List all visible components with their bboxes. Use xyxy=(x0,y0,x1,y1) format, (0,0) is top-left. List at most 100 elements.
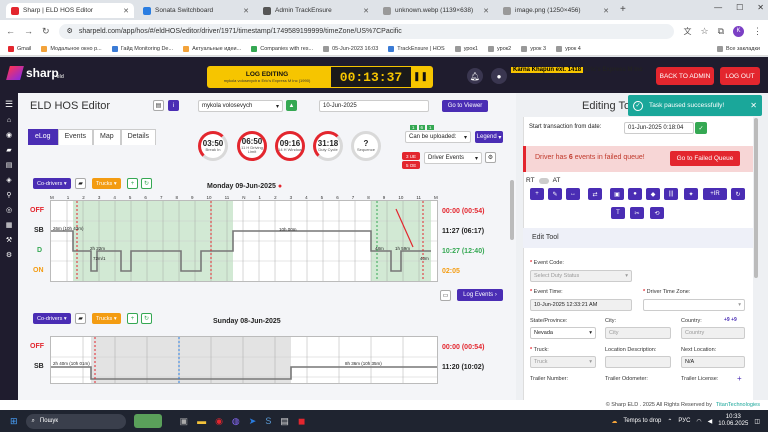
bookmark-lesson4[interactable]: урок 4 xyxy=(556,45,581,52)
eld-icon[interactable]: ◈ xyxy=(6,176,11,184)
bookmark-lesson2[interactable]: урок2 xyxy=(487,45,511,52)
refresh-icon[interactable]: ↻ xyxy=(141,313,152,324)
back-arrow-icon[interactable]: ← xyxy=(6,26,15,36)
chevron-right-icon[interactable]: › xyxy=(423,71,426,81)
info-icon[interactable]: i xyxy=(168,100,179,111)
columns-icon[interactable]: ||| xyxy=(664,188,678,200)
all-bookmarks[interactable]: Все закладки xyxy=(716,45,760,52)
bookmark-date[interactable]: 05-Jun-2023 16:03 xyxy=(323,45,378,52)
start-transaction-input[interactable]: 01-Jun-2025 0:18:04 xyxy=(624,122,694,134)
document-icon[interactable]: ▤ xyxy=(153,100,164,111)
hamburger-menu-icon[interactable]: ☰ xyxy=(5,99,13,110)
add-trailer-icon[interactable]: + xyxy=(737,374,742,383)
extensions-icon[interactable]: ⧉ xyxy=(718,26,724,37)
event-time-input[interactable]: 10-Jun-2025 12:33:21 AM xyxy=(530,299,632,311)
driver-events-select[interactable]: Driver Events ▾ xyxy=(424,152,482,164)
editor-scrollbar[interactable] xyxy=(510,180,514,240)
event-code-select[interactable]: Select Duty Status ▾ xyxy=(530,270,632,282)
go-to-failed-queue-button[interactable]: Go to Failed Queue xyxy=(670,151,740,166)
add-event-icon[interactable]: + xyxy=(530,188,544,200)
bookmark-lesson3[interactable]: урок 3 xyxy=(521,45,546,52)
url-field[interactable]: ⚙ sharpeld.com/app/hos/#/eldHOS/editor/d… xyxy=(58,23,675,39)
truck-icon[interactable]: ▰ xyxy=(75,178,86,189)
date-input[interactable]: 10-Jun-2025 xyxy=(319,100,429,112)
comment-icon[interactable]: ▭ xyxy=(440,290,451,301)
country-input[interactable]: Country xyxy=(681,327,745,339)
map-pin-icon[interactable]: ⚲ xyxy=(6,191,11,199)
oe-badge[interactable]: 5 OE xyxy=(402,161,421,169)
team-icon[interactable]: ◆ xyxy=(646,188,660,200)
widgets-icon[interactable] xyxy=(133,414,162,428)
refresh-icon[interactable]: ↻ xyxy=(141,178,152,189)
task-view-icon[interactable]: ▣ xyxy=(180,416,189,427)
settings-gear-icon[interactable]: ⚙ xyxy=(6,251,12,259)
tab-image-png[interactable]: image.png (1250×456) ✕ xyxy=(498,3,614,18)
driver-select[interactable]: mykola volosevych ▾ xyxy=(198,100,283,112)
tab-unknown-webp[interactable]: unknown.webp (1139×638) ✕ xyxy=(378,3,494,18)
day1-log-grid[interactable] xyxy=(50,200,438,282)
bookmark-monitoring[interactable]: Гайд Monitoring De... xyxy=(111,45,173,52)
close-icon[interactable]: ✕ xyxy=(603,7,609,15)
maximize-icon[interactable]: ☐ xyxy=(736,3,743,12)
add-icon[interactable]: + xyxy=(127,313,138,324)
sharp-eld-logo[interactable]: sharp eld xyxy=(6,66,64,80)
bookmark-companies[interactable]: Companies with res... xyxy=(251,45,313,52)
new-tab-plus-icon[interactable]: + xyxy=(620,4,626,15)
close-icon[interactable]: ✕ xyxy=(243,7,249,15)
text-cursor-icon[interactable]: T xyxy=(611,207,625,219)
add-icon[interactable]: + xyxy=(127,178,138,189)
magic-wand-icon[interactable]: ✦ xyxy=(684,188,698,200)
window-close-icon[interactable]: ✕ xyxy=(757,3,764,12)
lock-icon[interactable]: ▣ xyxy=(610,188,624,200)
clipboard-icon[interactable]: ▤ xyxy=(6,161,13,169)
minimize-icon[interactable]: — xyxy=(714,3,722,12)
shift-icon[interactable]: ↔ xyxy=(566,188,580,200)
panel-scrollbar[interactable] xyxy=(754,118,758,278)
driver-time-zone-select[interactable]: ▾ xyxy=(643,299,745,311)
bookmark-star-icon[interactable]: ☆ xyxy=(700,26,708,37)
co-drivers-button[interactable]: Co-drivers ▾ xyxy=(33,178,71,189)
tray-chevron-icon[interactable]: ⌃ xyxy=(667,418,672,425)
trucks-button[interactable]: Trucks ▾ xyxy=(92,178,121,189)
history-icon[interactable]: ⟲ xyxy=(650,207,664,219)
scissors-icon[interactable]: ✂ xyxy=(630,207,644,219)
rt-at-switch[interactable] xyxy=(538,177,549,184)
driver-icon[interactable]: ● xyxy=(628,188,642,200)
windows-start-icon[interactable]: ⊞ xyxy=(10,416,18,427)
globe-icon[interactable]: ◉ xyxy=(6,131,12,139)
tab-admin-trackensure[interactable]: Admin TrackEnsure ✕ xyxy=(258,3,374,18)
edit-pencil-icon[interactable]: ✎ xyxy=(548,188,562,200)
location-description-input[interactable] xyxy=(605,356,671,368)
bookmark-lesson1[interactable]: урок1 xyxy=(454,45,478,52)
tab-events[interactable]: Events xyxy=(57,129,93,145)
panel-refresh-icon[interactable]: ↻ xyxy=(731,188,745,200)
tab-sharp-eld[interactable]: Sharp | ELD HOS Editor ✕ xyxy=(6,3,134,18)
truck-icon[interactable]: ▰ xyxy=(75,313,86,324)
trucks-button-day2[interactable]: Trucks ▾ xyxy=(92,313,121,324)
legend-button[interactable]: Legend ▾ xyxy=(475,131,503,143)
log-out-button[interactable]: LOG OUT xyxy=(720,67,760,85)
next-location-input[interactable]: N/A xyxy=(681,356,745,368)
user-avatar-icon[interactable]: ● xyxy=(491,68,507,84)
clock[interactable]: 10:33 10.06.2025 xyxy=(718,414,748,428)
ue-badge[interactable]: 3 UE xyxy=(402,152,421,160)
day2-log-grid[interactable] xyxy=(50,336,438,384)
co-drivers-button-day2[interactable]: Co-drivers ▾ xyxy=(33,313,71,324)
reload-icon[interactable]: ↻ xyxy=(42,26,50,37)
truck-select[interactable]: Truck ▾ xyxy=(530,356,596,368)
close-icon[interactable]: ✕ xyxy=(483,7,489,15)
ir-button[interactable]: +IR xyxy=(703,188,727,200)
state-select[interactable]: Nevada ▾ xyxy=(530,327,596,339)
notifications-bell-icon[interactable]: 🔔︎ xyxy=(467,68,483,84)
viber-icon[interactable]: ◍ xyxy=(232,416,240,427)
bookmark-gmail[interactable]: Gmail xyxy=(8,45,31,52)
home-icon[interactable]: ⌂ xyxy=(7,117,11,124)
bookmark-ideas[interactable]: Актуальные идеи... xyxy=(183,45,241,52)
wifi-icon[interactable]: ◠ xyxy=(696,418,701,425)
titan-technologies-logo[interactable]: TitanTechnologies xyxy=(716,402,760,408)
site-info-icon[interactable]: ⚙ xyxy=(67,27,73,35)
forward-arrow-icon[interactable]: → xyxy=(24,26,33,36)
close-icon[interactable]: ✕ xyxy=(123,7,129,15)
truck-icon[interactable]: ▰ xyxy=(6,146,11,154)
translate-icon[interactable]: 文 xyxy=(683,26,691,37)
